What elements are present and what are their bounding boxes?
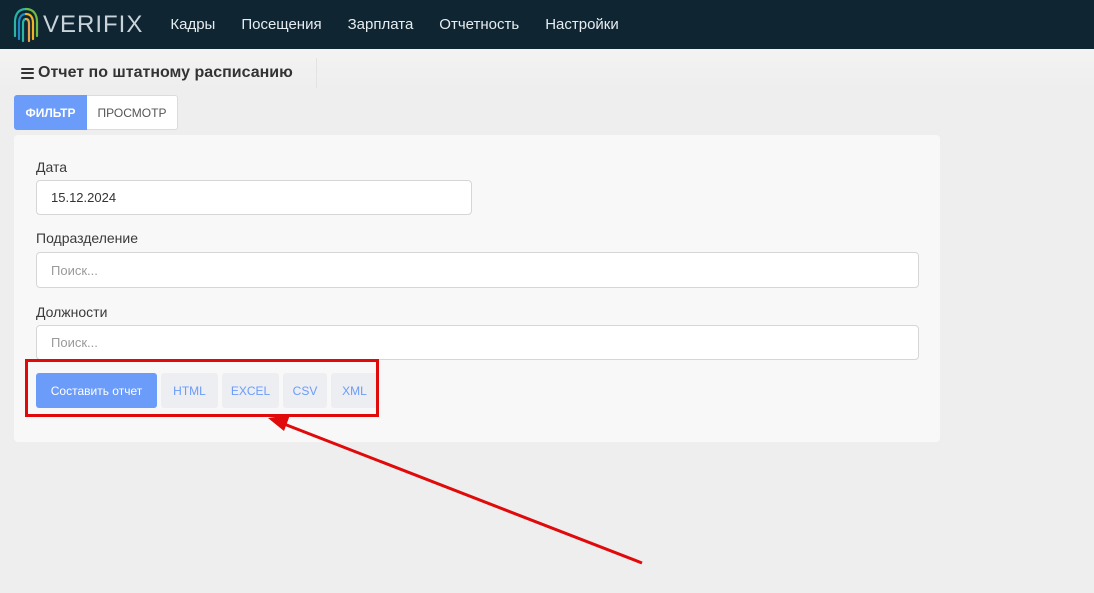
nav-item-reports[interactable]: Отчетность	[439, 16, 519, 33]
nav-item-attendance[interactable]: Посещения	[241, 16, 321, 33]
tab-filter[interactable]: ФИЛЬТР	[14, 95, 87, 130]
division-label: Подразделение	[36, 230, 139, 246]
nav-item-salary[interactable]: Зарплата	[348, 16, 414, 33]
nav-item-settings[interactable]: Настройки	[545, 16, 619, 33]
main-menu: Кадры Посещения Зарплата Отчетность Наст…	[170, 16, 644, 33]
tab-bar: ФИЛЬТР ПРОСМОТР	[14, 95, 178, 130]
nav-item-staff[interactable]: Кадры	[170, 16, 215, 33]
tab-view[interactable]: ПРОСМОТР	[87, 95, 178, 130]
date-label: Дата	[36, 159, 68, 175]
logo-text: VERIFIX	[43, 10, 144, 38]
logo[interactable]: VERIFIX	[13, 0, 143, 49]
positions-search-input[interactable]: Поиск...	[36, 325, 919, 360]
top-navbar: VERIFIX Кадры Посещения Зарплата Отчетно…	[0, 0, 1094, 49]
annotation-highlight-box	[25, 359, 379, 417]
fingerprint-logo-icon	[13, 7, 39, 42]
hamburger-menu-icon[interactable]	[21, 67, 34, 79]
page-header: Отчет по штатному расписанию	[10, 58, 317, 88]
page-title: Отчет по штатному расписанию	[38, 64, 293, 81]
date-input[interactable]: 15.12.2024	[36, 180, 472, 215]
division-search-input[interactable]: Поиск...	[36, 252, 919, 288]
positions-label: Должности	[36, 304, 108, 320]
